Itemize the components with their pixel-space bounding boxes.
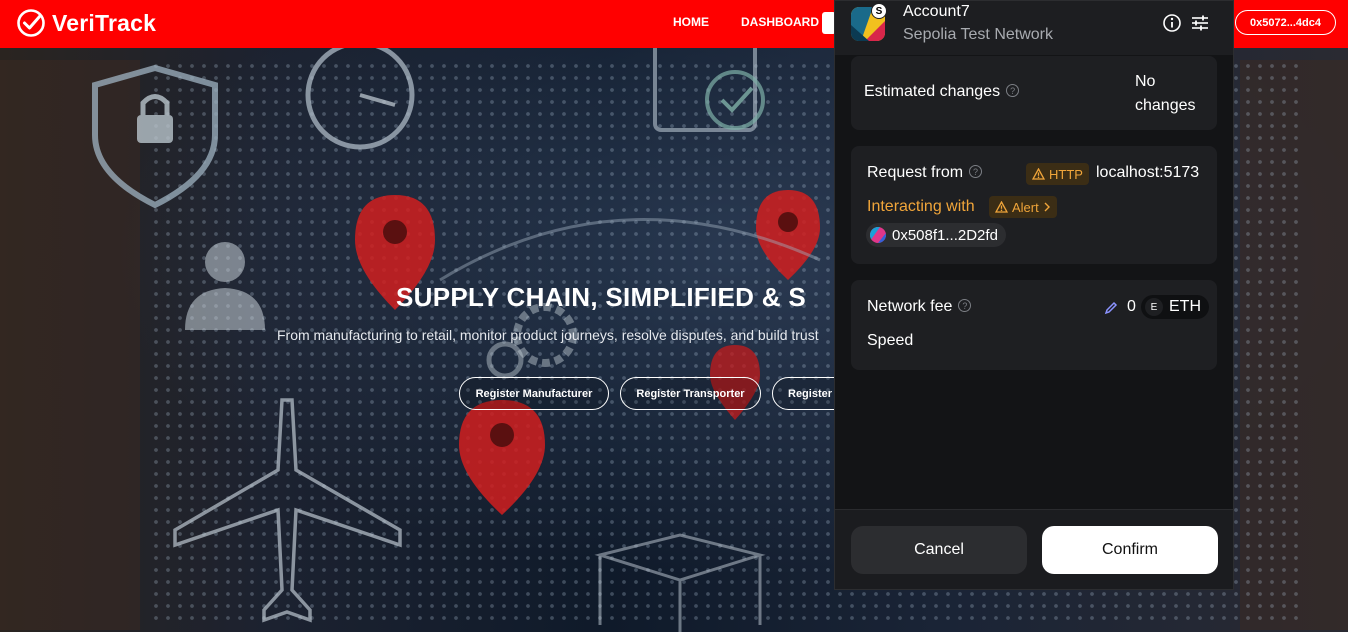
network-fee-card: Network fee? 0 E ETH Speed <box>851 280 1217 370</box>
settings-sliders-icon[interactable] <box>1190 13 1210 33</box>
wallet-address-button[interactable]: 0x5072...4dc4 <box>1235 10 1336 35</box>
request-origin: localhost:5173 <box>1096 164 1200 181</box>
warning-icon <box>1032 168 1045 180</box>
popup-header: S Account7 Sepolia Test Network <box>835 1 1233 55</box>
register-manufacturer-button[interactable]: Register Manufacturer <box>459 377 609 410</box>
contract-avatar-icon <box>870 227 886 243</box>
request-card: Request from? HTTP localhost:5173 Intera… <box>851 146 1217 264</box>
warning-icon <box>995 201 1008 213</box>
estimated-changes-value: No changes <box>1135 73 1196 114</box>
pencil-icon[interactable] <box>1104 301 1118 315</box>
chevron-right-icon <box>1044 202 1050 212</box>
fee-amount: 0 <box>1127 298 1136 315</box>
brand-logo[interactable]: VeriTrack <box>16 8 156 38</box>
http-warning-tag[interactable]: HTTP <box>1026 163 1089 185</box>
question-icon[interactable]: ? <box>1006 84 1020 98</box>
request-from-label: Request from? <box>867 164 983 182</box>
hero-subtitle: From manufacturing to retail, monitor pr… <box>277 327 819 343</box>
brand-name: VeriTrack <box>52 9 157 36</box>
speed-label: Speed <box>867 332 914 349</box>
eth-icon: E <box>1145 298 1163 316</box>
account-name: Account7 <box>903 3 970 20</box>
estimated-changes-label: Estimated changes? <box>864 83 1020 101</box>
interacting-with-label: Interacting with <box>867 198 975 215</box>
nav-link-dashboard[interactable]: DASHBOARD <box>741 15 819 29</box>
network-badge: S <box>871 3 887 19</box>
hero-title: SUPPLY CHAIN, SIMPLIFIED & S <box>396 282 807 312</box>
wallet-confirmation-popup: S Account7 Sepolia Test Network Estimate… <box>834 0 1234 590</box>
question-icon[interactable]: ? <box>958 299 972 313</box>
fee-currency-pill: E ETH <box>1141 295 1209 319</box>
question-icon[interactable]: ? <box>969 165 983 179</box>
network-fee-label: Network fee? <box>867 298 972 316</box>
alert-tag[interactable]: Alert <box>989 196 1057 218</box>
info-icon[interactable] <box>1162 13 1182 33</box>
network-name: Sepolia Test Network <box>903 26 1053 43</box>
contract-address-pill[interactable]: 0x508f1...2D2fd <box>866 223 1006 247</box>
cancel-button[interactable]: Cancel <box>851 526 1027 574</box>
nav-link-home[interactable]: HOME <box>673 15 709 29</box>
popup-footer: Cancel Confirm <box>835 509 1233 589</box>
estimated-changes-card: Estimated changes? No changes <box>851 56 1217 130</box>
check-circle-icon <box>17 9 45 37</box>
register-transporter-button[interactable]: Register Transporter <box>620 377 761 410</box>
confirm-button[interactable]: Confirm <box>1042 526 1218 574</box>
